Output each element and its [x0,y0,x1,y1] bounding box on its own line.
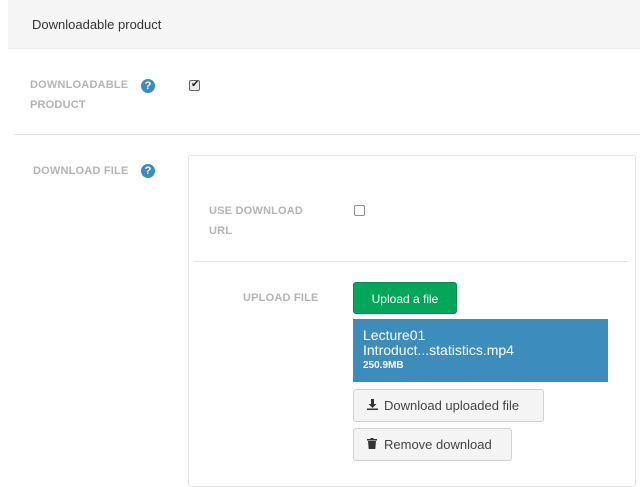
download-file-label: DOWNLOAD FILE [33,165,129,177]
divider [194,261,628,262]
uploaded-file-card: Lecture01 Introduct...statistics.mp4 250… [353,319,608,382]
download-uploaded-file-label: Download uploaded file [384,398,520,413]
downloadable-checkbox[interactable]: ✔ [189,79,200,91]
help-icon[interactable]: ? [141,79,155,93]
help-icon[interactable]: ? [141,164,155,178]
panel-title: Downloadable product [32,17,162,32]
remove-download-button[interactable]: Remove download [353,428,512,461]
downloadable-product-panel: Downloadable product DOWNLOADABLE PRODUC… [8,0,640,487]
download-icon [367,392,379,423]
use-download-url-checkbox[interactable] [354,205,365,216]
download-uploaded-file-button[interactable]: Download uploaded file [353,389,544,422]
upload-file-label: UPLOAD FILE [243,292,319,304]
divider [14,134,640,135]
downloadable-label-line1: DOWNLOADABLE [30,79,129,91]
panel-header: Downloadable product [8,0,640,49]
remove-download-label: Remove download [384,437,492,452]
downloadable-label-line2: PRODUCT [30,99,86,111]
downloadable-product-label: DOWNLOADABLE PRODUCT [30,75,128,115]
file-name-line1: Lecture01 [363,327,426,343]
upload-file-button[interactable]: Upload a file [353,282,457,314]
checkmark-icon: ✔ [191,79,200,90]
use-url-label-line1: USE DOWNLOAD [209,205,304,217]
file-name-line2: Introduct...statistics.mp4 [363,342,514,358]
use-download-url-label: USE DOWNLOAD URL [209,201,303,241]
use-url-label-line2: URL [209,225,233,237]
trash-icon [367,431,379,462]
file-size: 250.9MB [363,360,404,371]
